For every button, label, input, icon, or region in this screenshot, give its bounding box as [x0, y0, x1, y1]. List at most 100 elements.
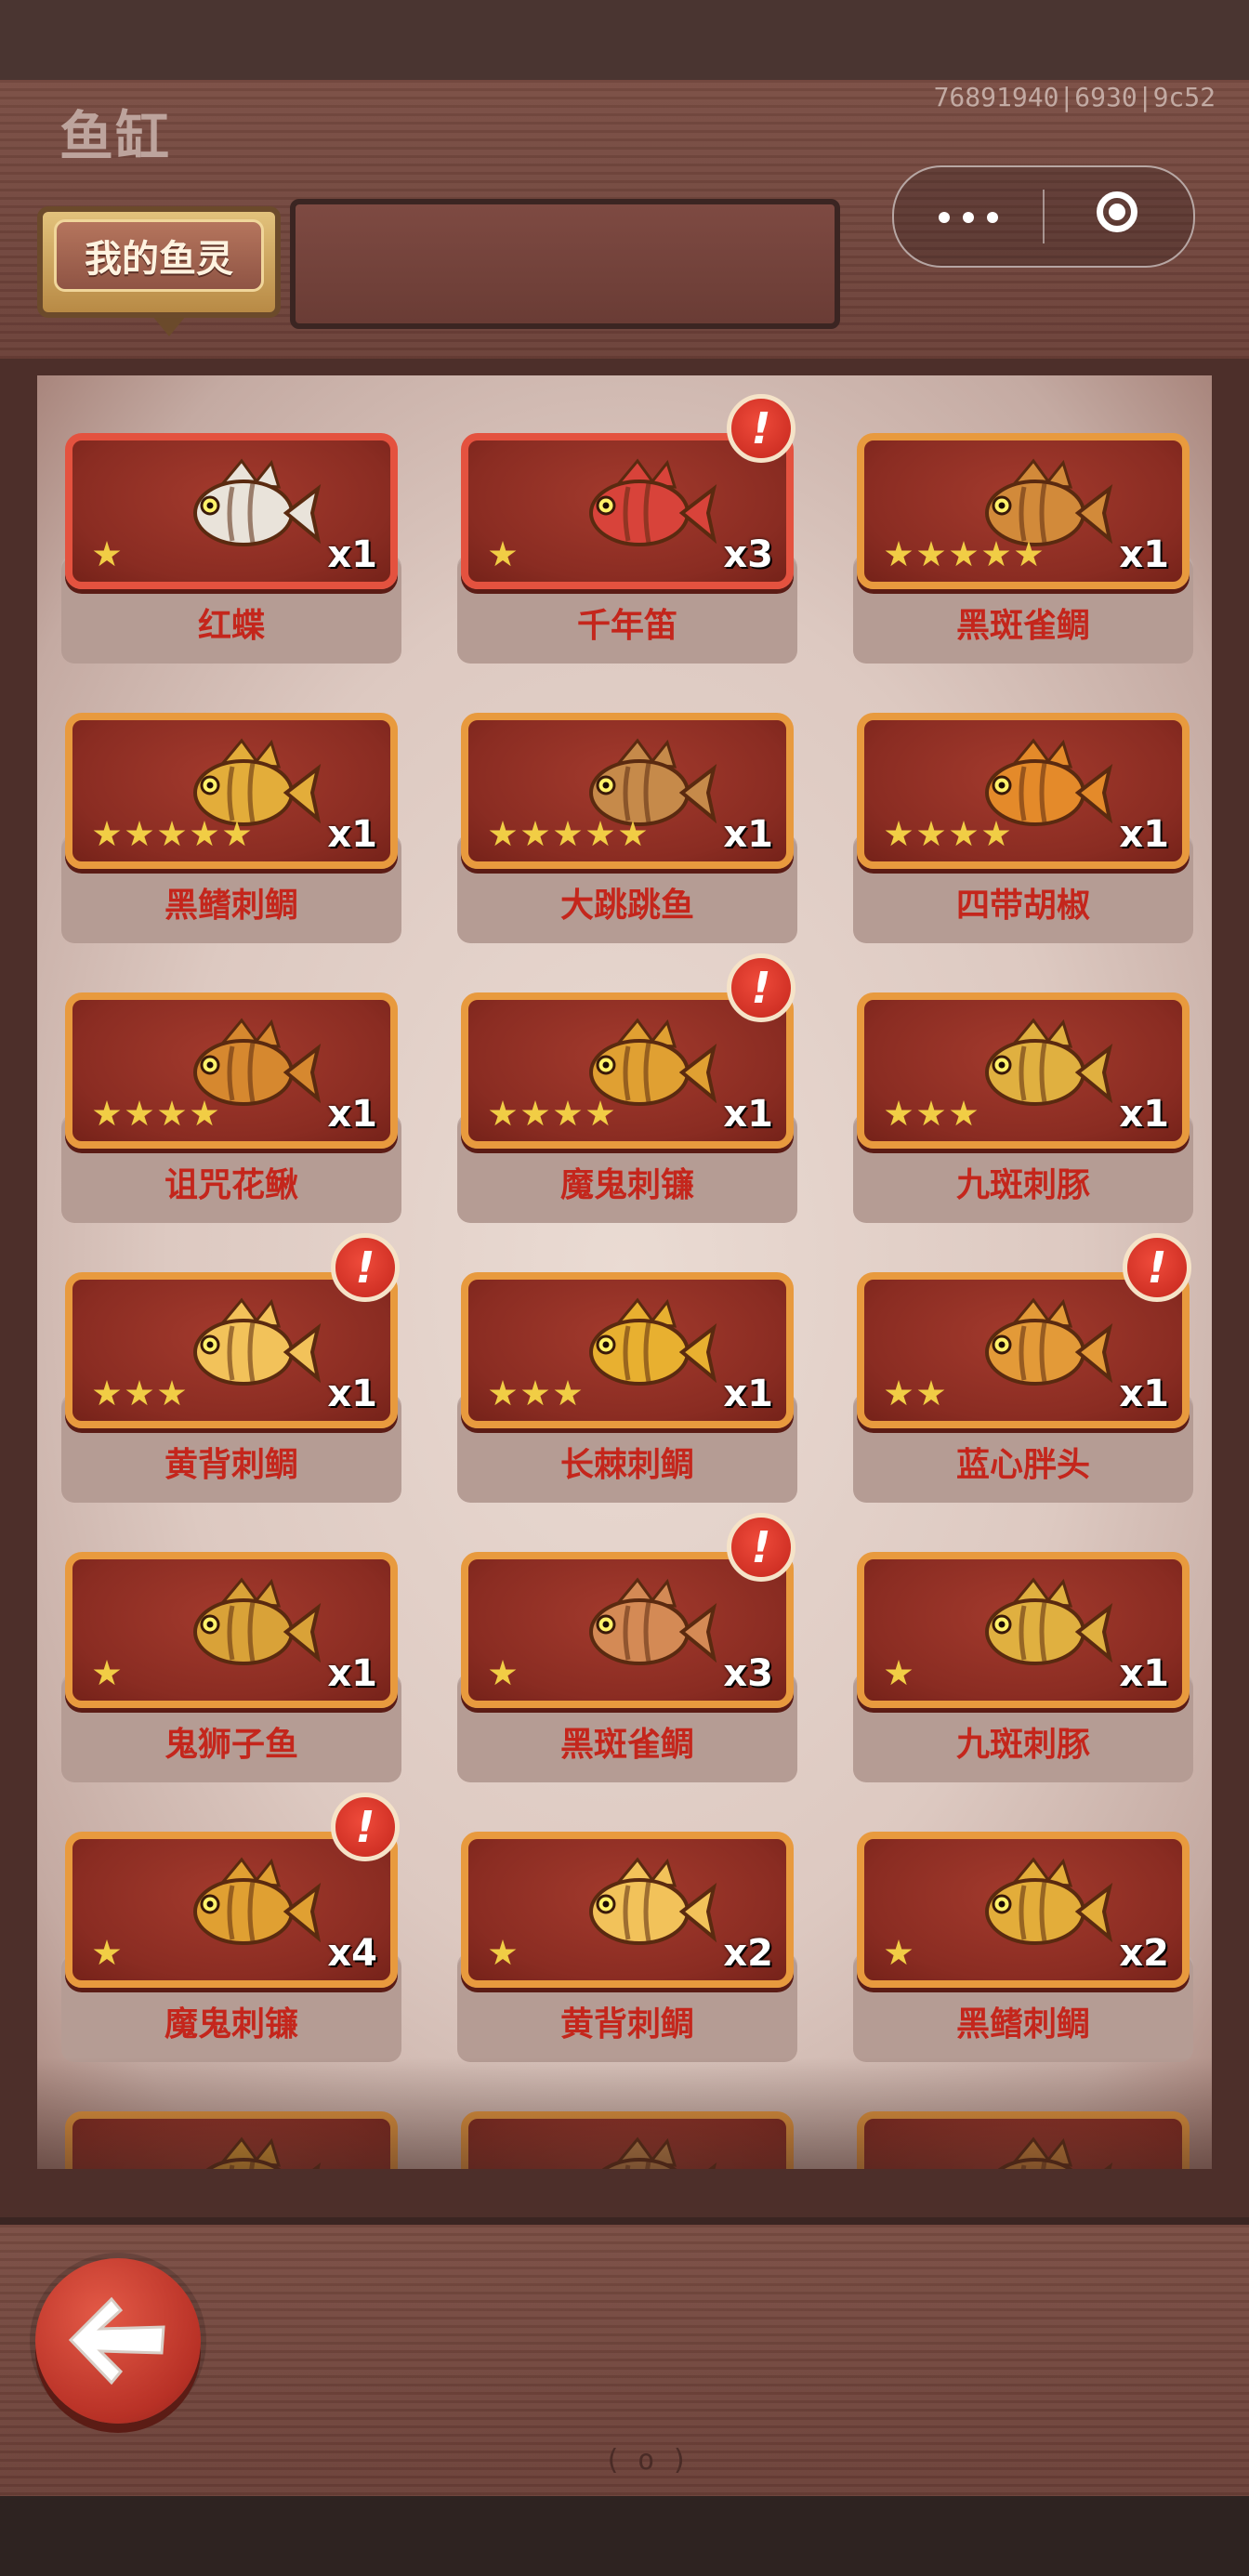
fish-slot[interactable] — [457, 2111, 797, 2169]
star-icon — [489, 1660, 517, 1686]
alert-badge-icon: ! — [331, 1793, 400, 1861]
fish-slot[interactable]: x2 黄背刺鲷 — [457, 1832, 797, 2062]
bottom-strip — [0, 2496, 1249, 2576]
fish-slot[interactable]: x1 鬼狮子鱼 — [61, 1552, 401, 1782]
fish-icon — [985, 1297, 1113, 1386]
fish-icon — [193, 458, 322, 546]
fish-slot[interactable] — [853, 2111, 1193, 2169]
star-icon — [521, 1380, 549, 1406]
status-strip — [0, 0, 1249, 80]
wood-mark: ( o ) — [604, 2444, 689, 2477]
fish-icon — [601, 2136, 717, 2169]
star-icon — [982, 541, 1010, 567]
star-icon — [950, 821, 978, 847]
fish-slot[interactable]: x3! 黑斑雀鲷 — [457, 1513, 797, 1782]
star-icon — [191, 1100, 218, 1126]
tab-my-spirits[interactable]: 我的鱼灵 — [37, 206, 281, 336]
star-icon — [521, 1100, 549, 1126]
star-rating — [885, 1660, 917, 1688]
fish-count: x1 — [1119, 813, 1169, 856]
fish-card[interactable]: x1 — [65, 713, 398, 869]
fish-card[interactable]: x1 — [857, 1552, 1190, 1708]
fish-name: 黄背刺鲷 — [164, 1446, 298, 1484]
fish-count: x1 — [723, 813, 773, 856]
fish-slot[interactable]: x1 长棘刺鲷 — [457, 1272, 797, 1503]
fish-card[interactable]: x1 — [65, 1552, 398, 1708]
fish-count: x1 — [1119, 1652, 1169, 1695]
star-icon — [489, 1100, 517, 1126]
fish-slot[interactable]: x1! 魔鬼刺镰 — [457, 953, 797, 1223]
fish-icon — [193, 1297, 322, 1386]
fish-slot[interactable]: x1 九斑刺豚 — [853, 992, 1193, 1223]
target-close-icon[interactable] — [1061, 184, 1177, 249]
fish-card[interactable]: x1 — [461, 1272, 794, 1428]
star-icon — [885, 1100, 913, 1126]
fish-count: x3 — [723, 1652, 773, 1695]
fish-icon — [589, 1297, 717, 1386]
more-dots-icon[interactable] — [911, 184, 1026, 249]
back-button[interactable] — [35, 2258, 201, 2424]
fish-icon — [985, 1018, 1113, 1106]
alert-badge-icon: ! — [331, 1233, 400, 1302]
fish-name: 大跳跳鱼 — [559, 887, 694, 925]
fish-slot[interactable]: x1 黑鳍刺鲷 — [61, 713, 401, 943]
fish-card[interactable]: x1 — [65, 433, 398, 589]
tab-label: 我的鱼灵 — [54, 219, 264, 292]
fish-card[interactable]: x1 — [857, 433, 1190, 589]
fish-card[interactable]: x1 — [65, 992, 398, 1149]
build-id-label: 76891940|6930|9c52 — [933, 82, 1216, 112]
fish-name: 诅咒花鳅 — [164, 1166, 298, 1204]
fish-card[interactable]: x2 — [857, 1832, 1190, 1988]
fish-icon — [985, 1577, 1113, 1665]
fish-slot[interactable]: x1 黑斑雀鲷 — [853, 433, 1193, 664]
star-icon — [917, 1100, 945, 1126]
star-icon — [885, 1660, 913, 1686]
star-icon — [489, 821, 517, 847]
star-icon — [586, 1100, 614, 1126]
fish-count: x1 — [327, 533, 377, 576]
star-icon — [93, 1660, 121, 1686]
fish-slot[interactable]: x1 红蝶 — [61, 433, 401, 664]
star-icon — [158, 1380, 186, 1406]
fish-count: x1 — [723, 1093, 773, 1136]
fish-name: 黑斑雀鲷 — [955, 607, 1090, 645]
star-rating — [489, 1100, 619, 1128]
fish-slot[interactable] — [61, 2111, 401, 2169]
star-icon — [158, 1100, 186, 1126]
star-icon — [950, 1100, 978, 1126]
star-rating — [885, 1939, 917, 1967]
fish-icon — [589, 1577, 717, 1665]
star-icon — [223, 821, 251, 847]
capsule-divider — [1043, 190, 1045, 243]
alert-badge-icon: ! — [1123, 1233, 1191, 1302]
fish-card[interactable]: x1 — [857, 713, 1190, 869]
fish-grid-panel[interactable]: x1 红蝶 x3! 千年笛 x1 黑斑雀鲷 x1 黑鳍刺鲷 x1 大跳跳鱼 x1 四带胡椒 x1 诅咒花鳅… — [37, 375, 1212, 2169]
star-icon — [125, 821, 153, 847]
fish-slot[interactable]: x4! 魔鬼刺镰 — [61, 1793, 401, 2062]
fish-card[interactable] — [65, 2111, 398, 2169]
star-icon — [191, 821, 218, 847]
fish-card[interactable]: x1 — [857, 992, 1190, 1149]
fish-slot[interactable]: x1 九斑刺豚 — [853, 1552, 1193, 1782]
star-icon — [93, 541, 121, 567]
fish-count: x1 — [327, 1093, 377, 1136]
star-icon — [554, 1100, 582, 1126]
fish-card[interactable] — [461, 2111, 794, 2169]
fish-slot[interactable]: x1 诅咒花鳅 — [61, 992, 401, 1223]
fish-slot[interactable]: x1 大跳跳鱼 — [457, 713, 797, 943]
fish-slot[interactable]: x1! 黄背刺鲷 — [61, 1233, 401, 1503]
star-icon — [586, 821, 614, 847]
fish-slot[interactable]: x2 黑鳍刺鲷 — [853, 1832, 1193, 2062]
fish-card[interactable]: x2 — [461, 1832, 794, 1988]
star-icon — [93, 1100, 121, 1126]
fish-slot[interactable]: x1! 蓝心胖头 — [853, 1233, 1193, 1503]
fish-icon — [997, 2136, 1113, 2169]
star-icon — [885, 821, 913, 847]
fish-name: 长棘刺鲷 — [559, 1446, 694, 1484]
fish-slot[interactable]: x3! 千年笛 — [457, 394, 797, 664]
alert-badge-icon: ! — [727, 394, 795, 463]
fish-card[interactable]: x1 — [461, 713, 794, 869]
fish-slot[interactable]: x1 四带胡椒 — [853, 713, 1193, 943]
fish-card[interactable] — [857, 2111, 1190, 2169]
star-icon — [489, 541, 517, 567]
